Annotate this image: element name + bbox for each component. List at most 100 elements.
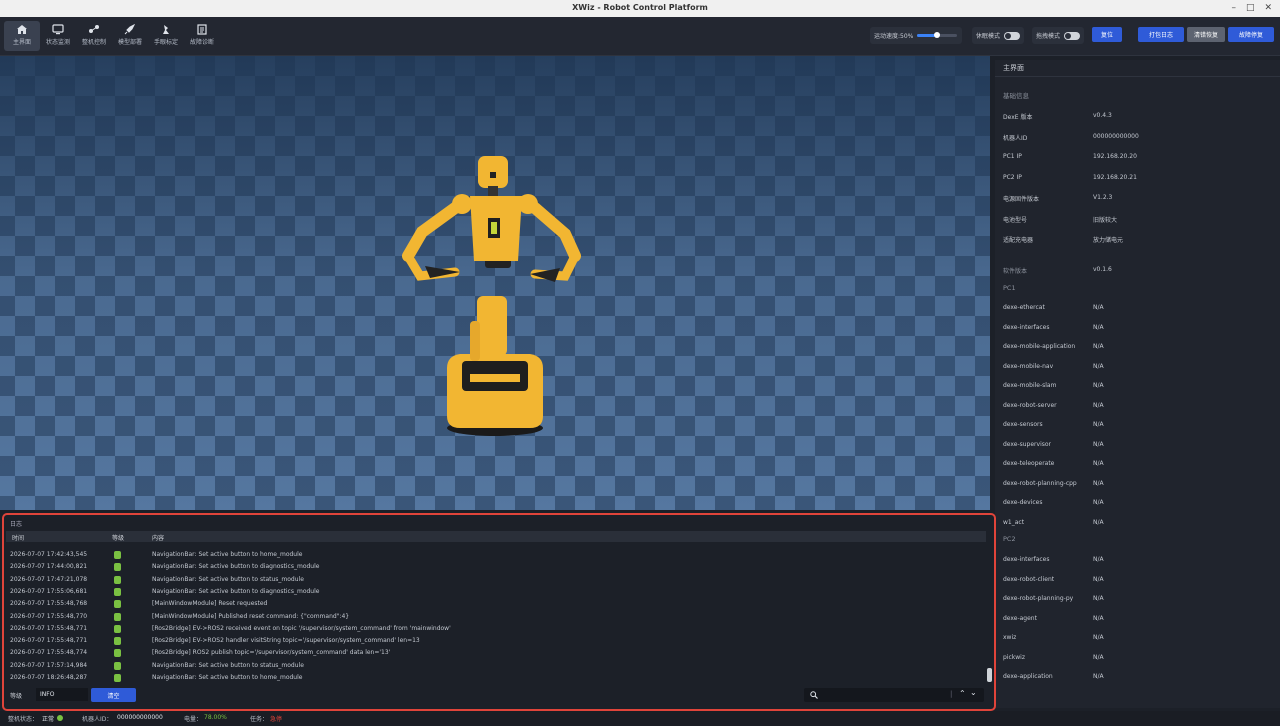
- sleep-mode-control: 休眠模式: [972, 27, 1024, 44]
- speed-slider-handle[interactable]: [934, 32, 941, 38]
- panel-header: 主界面: [995, 60, 1280, 77]
- log-time: 2026-07-07 17:44:00,821: [10, 563, 88, 571]
- info-value: N/A: [1093, 479, 1104, 487]
- log-search-input[interactable]: | ⌃ ⌄: [804, 688, 984, 702]
- info-value: 000000000000: [1093, 132, 1139, 140]
- log-row: 2026-07-07 17:42:43,545 NavigationBar: Se…: [10, 550, 980, 562]
- tab-label: 主界面: [12, 39, 31, 46]
- tab-label: 故障诊断: [189, 39, 214, 46]
- pc1-section: PC1: [1003, 284, 1016, 292]
- tab-model-deploy[interactable]: 模型部署: [112, 21, 148, 51]
- tab-home[interactable]: 主界面: [4, 21, 40, 51]
- tab-label: 状态监测: [45, 39, 70, 46]
- info-value: N/A: [1093, 401, 1104, 409]
- drag-mode-toggle[interactable]: [1064, 31, 1081, 40]
- info-level-badge: [114, 551, 121, 559]
- clear-error-button[interactable]: 清错恢复: [1187, 27, 1225, 42]
- info-row: 电源固件版本 V1.2.3: [1003, 194, 1273, 203]
- info-row: dexe-agent N/A: [1003, 615, 1273, 622]
- log-time: 2026-07-07 18:26:48,287: [10, 674, 88, 681]
- log-time: 2026-07-07 17:47:21,078: [10, 575, 88, 583]
- info-key: dexe-interfaces: [1003, 556, 1050, 563]
- tab-status-monitor[interactable]: 状态监测: [40, 21, 76, 51]
- info-level-badge: [114, 649, 121, 658]
- diagnostics-icon: [197, 24, 207, 35]
- info-row: DexE 版本 v0.4.3: [1003, 112, 1273, 121]
- info-level-badge: [114, 575, 121, 584]
- machine-status-value: 正常: [42, 716, 55, 723]
- info-key: dexe-robot-planning-py: [1003, 595, 1074, 602]
- info-key: dexe-mobile-nav: [1003, 362, 1054, 370]
- col-time: 时间: [12, 535, 25, 542]
- log-scrollbar-thumb[interactable]: [987, 668, 992, 682]
- task-value: 急停: [270, 716, 283, 723]
- tab-hand-eye-calibration[interactable]: 手眼标定: [148, 21, 184, 51]
- chevron-down-icon[interactable]: ⌄: [970, 688, 977, 697]
- window-title: XWiz - Robot Control Platform: [572, 3, 708, 12]
- status-bar: 整机状态： 正常 机器人ID： 000000000000 电量： 78.00% …: [0, 711, 1280, 726]
- chevron-up-icon[interactable]: ⌃: [959, 689, 966, 698]
- task-label: 任务：: [250, 716, 269, 723]
- speed-slider[interactable]: [917, 32, 958, 38]
- info-value: N/A: [1093, 323, 1104, 331]
- close-icon[interactable]: ✕: [1264, 3, 1272, 13]
- info-value: N/A: [1093, 673, 1104, 680]
- info-value: N/A: [1093, 343, 1104, 350]
- sleep-mode-toggle[interactable]: [1004, 31, 1021, 40]
- fault-stop-button[interactable]: 故障停复: [1228, 27, 1274, 42]
- log-message: [MainWindowModule] Reset requested: [152, 600, 268, 608]
- tab-fault-diagnostics[interactable]: 故障诊断: [184, 21, 220, 51]
- info-value: N/A: [1093, 382, 1104, 389]
- log-message: NavigationBar: Set active button to diag…: [152, 587, 320, 595]
- rocket-icon: [124, 24, 136, 35]
- tab-label: 整机控制: [81, 39, 106, 46]
- robot-3d-viewport[interactable]: [0, 56, 990, 510]
- info-level-badge: [114, 587, 121, 596]
- info-value: 旧版较大: [1093, 216, 1118, 224]
- log-time: 2026-07-07 17:55:48,774: [10, 649, 88, 657]
- info-level-badge: [114, 563, 121, 572]
- info-value: N/A: [1093, 556, 1104, 563]
- info-value: 192.168.20.21: [1093, 173, 1137, 181]
- control-icon: [89, 25, 99, 33]
- log-message: NavigationBar: Set active button to diag…: [152, 563, 320, 571]
- info-key: 适配充电器: [1003, 237, 1034, 244]
- log-time: 2026-07-07 17:55:48,771: [10, 624, 88, 632]
- minimize-icon[interactable]: –: [1231, 3, 1236, 13]
- reset-button[interactable]: 复位: [1092, 27, 1122, 42]
- info-key: dexe-robot-planning-cpp: [1003, 479, 1077, 487]
- log-row: 2026-07-07 17:55:06,681 NavigationBar: Se…: [10, 587, 980, 599]
- log-message: NavigationBar: Set active button to stat…: [152, 575, 304, 583]
- log-row: 2026-07-07 17:55:48,768 [MainWindowModule…: [10, 599, 980, 611]
- info-value: 192.168.20.20: [1093, 153, 1137, 160]
- log-scrollbar[interactable]: [987, 543, 992, 691]
- title-bar: XWiz - Robot Control Platform – □ ✕: [0, 0, 1280, 17]
- log-row: 2026-07-07 17:55:48,771 [Ros2Bridge] EV->…: [10, 636, 980, 648]
- log-row: 2026-07-07 17:55:48,771 [Ros2Bridge] EV->…: [10, 624, 980, 636]
- software-version-label: 软件版本: [1003, 268, 1028, 275]
- maximize-icon[interactable]: □: [1246, 3, 1255, 13]
- info-value: 放力储电元: [1093, 237, 1124, 244]
- info-key: dexe-robot-client: [1003, 575, 1055, 583]
- info-row: dexe-supervisor N/A: [1003, 441, 1273, 448]
- info-key: dexe-application: [1003, 673, 1053, 680]
- info-key: dexe-interfaces: [1003, 323, 1050, 331]
- battery-label: 电量：: [184, 716, 203, 723]
- log-message: NavigationBar: Set active button to home…: [152, 551, 303, 558]
- search-icon: [810, 691, 818, 699]
- level-label: 等级: [10, 693, 23, 700]
- info-key: dexe-devices: [1003, 499, 1043, 506]
- log-message: [Ros2Bridge] ROS2 publish topic='/superv…: [152, 649, 391, 657]
- log-message: NavigationBar: Set active button to home…: [152, 674, 303, 681]
- speed-label: 运动速度:50%: [874, 33, 914, 40]
- info-row: dexe-ethercat N/A: [1003, 304, 1273, 311]
- log-row: 2026-07-07 17:55:48,770 [MainWindowModule…: [10, 612, 980, 624]
- sleep-mode-label: 休眠模式: [976, 33, 1001, 40]
- tab-machine-control[interactable]: 整机控制: [76, 21, 112, 51]
- level-select[interactable]: INFO: [36, 688, 88, 701]
- robot-scene: [0, 56, 990, 510]
- speed-control: 运动速度:50%: [870, 27, 962, 44]
- pack-log-button[interactable]: 打包日志: [1138, 27, 1184, 42]
- clear-log-button[interactable]: 清空: [91, 688, 136, 702]
- log-row: 2026-07-07 17:57:14,984 NavigationBar: Se…: [10, 661, 980, 673]
